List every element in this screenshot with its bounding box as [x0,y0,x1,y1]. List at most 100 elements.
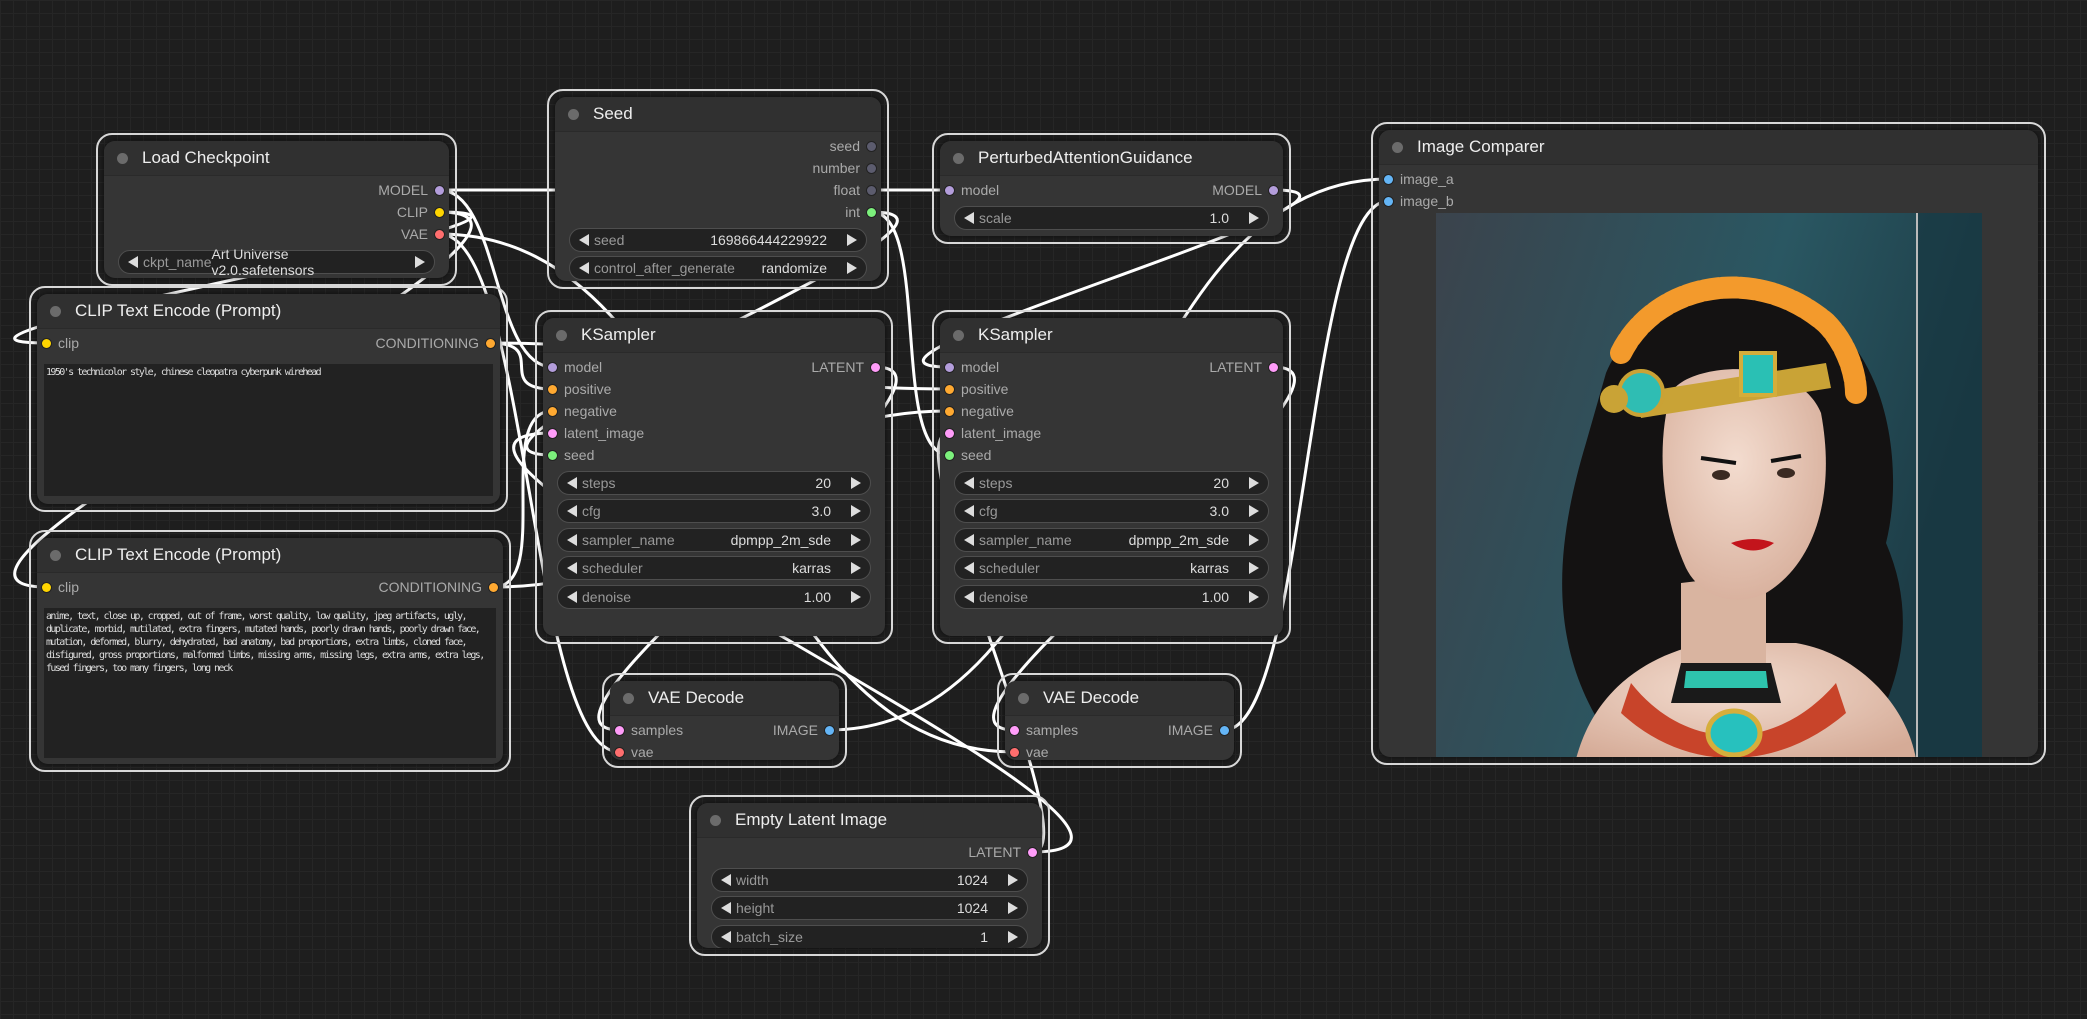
decrement-arrow-icon[interactable] [128,255,138,268]
collapse-dot-icon[interactable] [556,329,567,341]
output-slot-conditioning[interactable]: CONDITIONING [379,576,498,598]
widget-denoise[interactable]: denoise 1.00 [954,584,1269,609]
input-slot-negative[interactable]: negative [548,400,617,422]
widget-value[interactable]: 3.0 [812,503,831,519]
input-slot-image_a[interactable]: image_a [1384,168,1454,190]
widget-value[interactable]: dpmpp_2m_sde [1129,532,1229,548]
conditioning-socket-icon[interactable] [486,338,495,348]
collapse-dot-icon[interactable] [1392,141,1403,153]
node-seed[interactable]: Seed seed number float int seed 16986644422992… [547,89,889,289]
collapse-dot-icon[interactable] [710,814,721,826]
collapse-dot-icon[interactable] [117,152,128,164]
collapse-dot-icon[interactable] [953,329,964,341]
node-title-bar[interactable]: PerturbedAttentionGuidance [940,141,1283,176]
widget-scheduler[interactable]: scheduler karras [954,556,1269,581]
node-image-comparer[interactable]: Image Comparer image_a image_b [1371,122,2046,765]
decrement-arrow-icon[interactable] [964,533,974,546]
vae-socket-icon[interactable] [1010,747,1019,757]
increment-arrow-icon[interactable] [1008,902,1018,915]
node-ksampler[interactable]: KSampler model LATENT positive negative laten… [932,310,1291,644]
seed-socket-icon[interactable] [867,141,876,151]
input-slot-seed[interactable]: seed [548,444,594,466]
input-slot-positive[interactable]: positive [548,378,611,400]
input-slot-samples[interactable]: samples [615,719,683,741]
increment-arrow-icon[interactable] [415,255,425,268]
node-title-bar[interactable]: Seed [555,97,881,132]
decrement-arrow-icon[interactable] [721,930,731,943]
input-slot-vae[interactable]: vae [615,741,654,760]
decrement-arrow-icon[interactable] [721,902,731,915]
widget-steps[interactable]: steps 20 [954,470,1269,495]
decrement-arrow-icon[interactable] [964,590,974,603]
widget-value[interactable]: 1.00 [1202,589,1229,605]
seed-socket-icon[interactable] [548,450,557,460]
number-socket-icon[interactable] [867,163,876,173]
input-slot-model[interactable]: model [945,179,999,201]
node-title-bar[interactable]: CLIP Text Encode (Prompt) [37,538,503,573]
output-slot-seed[interactable]: seed [830,135,876,157]
negative-socket-icon[interactable] [548,406,557,416]
image-socket-icon[interactable] [825,725,834,735]
input-slot-model[interactable]: model [548,356,602,378]
node-title-bar[interactable]: CLIP Text Encode (Prompt) [37,294,500,329]
decrement-arrow-icon[interactable] [567,533,577,546]
node-perturbedattentionguidance[interactable]: PerturbedAttentionGuidance model MODEL scal… [932,133,1291,244]
node-title-bar[interactable]: KSampler [940,318,1283,353]
increment-arrow-icon[interactable] [1249,562,1259,575]
model-socket-icon[interactable] [945,185,954,195]
image_a-socket-icon[interactable] [1384,174,1393,184]
collapse-dot-icon[interactable] [50,305,61,317]
widget-scale[interactable]: scale 1.0 [954,205,1269,230]
input-slot-seed[interactable]: seed [945,444,991,466]
input-slot-latent_image[interactable]: latent_image [548,422,644,444]
widget-value[interactable]: Art Universe v2.0.safetensors [211,246,395,278]
increment-arrow-icon[interactable] [851,476,861,489]
positive-socket-icon[interactable] [548,384,557,394]
decrement-arrow-icon[interactable] [567,476,577,489]
output-slot-conditioning[interactable]: CONDITIONING [376,332,495,354]
widget-width[interactable]: width 1024 [711,867,1028,892]
output-slot-number[interactable]: number [813,157,876,179]
vae-socket-icon[interactable] [435,229,444,239]
decrement-arrow-icon[interactable] [567,562,577,575]
increment-arrow-icon[interactable] [1249,505,1259,518]
increment-arrow-icon[interactable] [1249,533,1259,546]
widget-control-after-generate[interactable]: control_after_generate randomize [569,256,867,281]
model-socket-icon[interactable] [435,185,444,195]
decrement-arrow-icon[interactable] [964,562,974,575]
input-slot-negative[interactable]: negative [945,400,1014,422]
decrement-arrow-icon[interactable] [964,505,974,518]
input-slot-clip[interactable]: clip [42,332,79,354]
seed-socket-icon[interactable] [945,450,954,460]
node-title-bar[interactable]: VAE Decode [1005,681,1234,716]
collapse-dot-icon[interactable] [623,692,634,704]
output-slot-latent[interactable]: LATENT [811,356,880,378]
increment-arrow-icon[interactable] [1249,211,1259,224]
widget-batch-size[interactable]: batch_size 1 [711,924,1028,948]
latent_image-socket-icon[interactable] [548,428,557,438]
collapse-dot-icon[interactable] [568,108,579,120]
decrement-arrow-icon[interactable] [579,233,589,246]
collapse-dot-icon[interactable] [1018,692,1029,704]
model-socket-icon[interactable] [548,362,557,372]
increment-arrow-icon[interactable] [851,590,861,603]
increment-arrow-icon[interactable] [847,233,857,246]
decrement-arrow-icon[interactable] [567,590,577,603]
widget-ckpt-name[interactable]: ckpt_name Art Universe v2.0.safetensors [118,246,435,278]
node-clip-text-encode-prompt[interactable]: CLIP Text Encode (Prompt) clip CONDITIONIN… [29,286,508,512]
widget-value[interactable]: dpmpp_2m_sde [731,532,831,548]
input-slot-vae[interactable]: vae [1010,741,1049,760]
image_b-socket-icon[interactable] [1384,196,1393,206]
output-slot-latent[interactable]: LATENT [1209,356,1278,378]
node-title-bar[interactable]: KSampler [543,318,885,353]
decrement-arrow-icon[interactable] [964,476,974,489]
output-slot-vae[interactable]: VAE [401,223,444,245]
output-slot-clip[interactable]: CLIP [397,201,444,223]
widget-value[interactable]: 169866444229922 [710,232,827,248]
output-slot-image[interactable]: IMAGE [1168,719,1229,741]
input-slot-image_b[interactable]: image_b [1384,190,1454,212]
latent-socket-icon[interactable] [1269,362,1278,372]
negative-socket-icon[interactable] [945,406,954,416]
vae-socket-icon[interactable] [615,747,624,757]
output-slot-model[interactable]: MODEL [378,179,444,201]
